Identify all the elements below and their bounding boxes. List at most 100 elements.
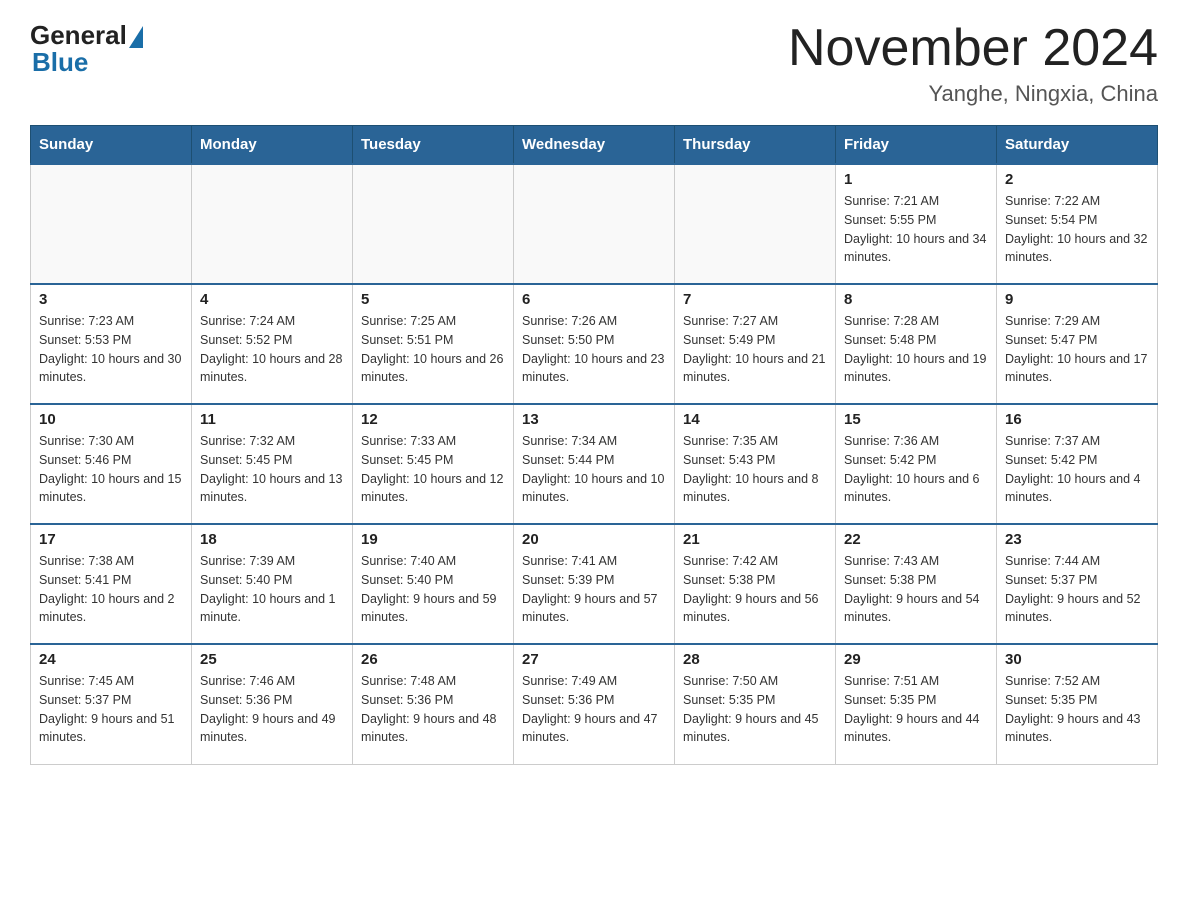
calendar-day-cell: 17Sunrise: 7:38 AMSunset: 5:41 PMDayligh… bbox=[31, 524, 192, 644]
day-info: Sunrise: 7:32 AMSunset: 5:45 PMDaylight:… bbox=[200, 432, 344, 507]
day-number: 28 bbox=[683, 651, 827, 668]
calendar-day-header: Wednesday bbox=[514, 126, 675, 165]
calendar-week-row: 24Sunrise: 7:45 AMSunset: 5:37 PMDayligh… bbox=[31, 644, 1158, 764]
calendar-day-cell bbox=[192, 164, 353, 284]
logo-blue-text: Blue bbox=[32, 47, 88, 78]
calendar-day-cell: 9 Sunrise: 7:29 AMSunset: 5:47 PMDaylight… bbox=[997, 284, 1158, 404]
calendar-header-row: SundayMondayTuesdayWednesdayThursdayFrid… bbox=[31, 126, 1158, 165]
calendar-week-row: 17Sunrise: 7:38 AMSunset: 5:41 PMDayligh… bbox=[31, 524, 1158, 644]
day-info: Sunrise: 7:28 AMSunset: 5:48 PMDaylight:… bbox=[844, 312, 988, 387]
calendar-day-cell: 28 Sunrise: 7:50 AMSunset: 5:35 PMDayligh… bbox=[675, 644, 836, 764]
calendar-day-cell: 7Sunrise: 7:27 AMSunset: 5:49 PMDaylight… bbox=[675, 284, 836, 404]
day-number: 30 bbox=[1005, 651, 1149, 668]
calendar-day-cell bbox=[675, 164, 836, 284]
day-number: 16 bbox=[1005, 411, 1149, 428]
calendar-day-cell bbox=[31, 164, 192, 284]
calendar-day-cell: 14 Sunrise: 7:35 AMSunset: 5:43 PMDayligh… bbox=[675, 404, 836, 524]
calendar-day-cell: 26 Sunrise: 7:48 AMSunset: 5:36 PMDayligh… bbox=[353, 644, 514, 764]
calendar-day-cell: 30Sunrise: 7:52 AMSunset: 5:35 PMDayligh… bbox=[997, 644, 1158, 764]
day-info: Sunrise: 7:33 AMSunset: 5:45 PMDaylight:… bbox=[361, 432, 505, 507]
day-number: 29 bbox=[844, 651, 988, 668]
calendar-day-cell: 29 Sunrise: 7:51 AMSunset: 5:35 PMDayligh… bbox=[836, 644, 997, 764]
calendar-day-cell: 16 Sunrise: 7:37 AMSunset: 5:42 PMDayligh… bbox=[997, 404, 1158, 524]
day-info: Sunrise: 7:48 AMSunset: 5:36 PMDaylight:… bbox=[361, 672, 505, 747]
day-number: 14 bbox=[683, 411, 827, 428]
day-number: 18 bbox=[200, 531, 344, 548]
day-info: Sunrise: 7:37 AMSunset: 5:42 PMDaylight:… bbox=[1005, 432, 1149, 507]
day-info: Sunrise: 7:30 AMSunset: 5:46 PMDaylight:… bbox=[39, 432, 183, 507]
calendar-day-cell: 2 Sunrise: 7:22 AMSunset: 5:54 PMDaylight… bbox=[997, 164, 1158, 284]
day-number: 20 bbox=[522, 531, 666, 548]
calendar-day-header: Monday bbox=[192, 126, 353, 165]
day-info: Sunrise: 7:22 AMSunset: 5:54 PMDaylight:… bbox=[1005, 192, 1149, 267]
day-info: Sunrise: 7:42 AMSunset: 5:38 PMDaylight:… bbox=[683, 552, 827, 627]
calendar-week-row: 3 Sunrise: 7:23 AMSunset: 5:53 PMDaylight… bbox=[31, 284, 1158, 404]
day-number: 6 bbox=[522, 291, 666, 308]
calendar-day-cell: 8Sunrise: 7:28 AMSunset: 5:48 PMDaylight… bbox=[836, 284, 997, 404]
calendar-week-row: 1 Sunrise: 7:21 AMSunset: 5:55 PMDaylight… bbox=[31, 164, 1158, 284]
day-number: 4 bbox=[200, 291, 344, 308]
day-info: Sunrise: 7:35 AMSunset: 5:43 PMDaylight:… bbox=[683, 432, 827, 507]
day-number: 12 bbox=[361, 411, 505, 428]
day-info: Sunrise: 7:29 AMSunset: 5:47 PMDaylight:… bbox=[1005, 312, 1149, 387]
day-info: Sunrise: 7:51 AMSunset: 5:35 PMDaylight:… bbox=[844, 672, 988, 747]
calendar-day-cell: 3 Sunrise: 7:23 AMSunset: 5:53 PMDaylight… bbox=[31, 284, 192, 404]
calendar-title-block: November 2024 Yanghe, Ningxia, China bbox=[788, 20, 1158, 107]
calendar-day-cell bbox=[353, 164, 514, 284]
day-info: Sunrise: 7:50 AMSunset: 5:35 PMDaylight:… bbox=[683, 672, 827, 747]
day-info: Sunrise: 7:23 AMSunset: 5:53 PMDaylight:… bbox=[39, 312, 183, 387]
day-number: 23 bbox=[1005, 531, 1149, 548]
calendar-day-header: Friday bbox=[836, 126, 997, 165]
day-number: 25 bbox=[200, 651, 344, 668]
logo-triangle-icon bbox=[129, 26, 143, 48]
calendar-day-cell: 5 Sunrise: 7:25 AMSunset: 5:51 PMDaylight… bbox=[353, 284, 514, 404]
calendar-day-header: Tuesday bbox=[353, 126, 514, 165]
calendar-table: SundayMondayTuesdayWednesdayThursdayFrid… bbox=[30, 125, 1158, 765]
calendar-day-cell: 4 Sunrise: 7:24 AMSunset: 5:52 PMDaylight… bbox=[192, 284, 353, 404]
day-info: Sunrise: 7:34 AMSunset: 5:44 PMDaylight:… bbox=[522, 432, 666, 507]
calendar-day-cell: 27Sunrise: 7:49 AMSunset: 5:36 PMDayligh… bbox=[514, 644, 675, 764]
day-number: 22 bbox=[844, 531, 988, 548]
calendar-day-cell: 23Sunrise: 7:44 AMSunset: 5:37 PMDayligh… bbox=[997, 524, 1158, 644]
calendar-location: Yanghe, Ningxia, China bbox=[788, 81, 1158, 107]
day-info: Sunrise: 7:24 AMSunset: 5:52 PMDaylight:… bbox=[200, 312, 344, 387]
day-number: 9 bbox=[1005, 291, 1149, 308]
day-info: Sunrise: 7:41 AMSunset: 5:39 PMDaylight:… bbox=[522, 552, 666, 627]
day-number: 2 bbox=[1005, 171, 1149, 188]
day-number: 24 bbox=[39, 651, 183, 668]
calendar-day-header: Sunday bbox=[31, 126, 192, 165]
calendar-day-cell: 13 Sunrise: 7:34 AMSunset: 5:44 PMDayligh… bbox=[514, 404, 675, 524]
day-info: Sunrise: 7:43 AMSunset: 5:38 PMDaylight:… bbox=[844, 552, 988, 627]
day-number: 21 bbox=[683, 531, 827, 548]
calendar-day-cell: 24Sunrise: 7:45 AMSunset: 5:37 PMDayligh… bbox=[31, 644, 192, 764]
day-info: Sunrise: 7:39 AMSunset: 5:40 PMDaylight:… bbox=[200, 552, 344, 627]
day-number: 13 bbox=[522, 411, 666, 428]
day-number: 10 bbox=[39, 411, 183, 428]
day-number: 19 bbox=[361, 531, 505, 548]
page-header: General Blue November 2024 Yanghe, Ningx… bbox=[30, 20, 1158, 107]
calendar-day-cell: 20 Sunrise: 7:41 AMSunset: 5:39 PMDayligh… bbox=[514, 524, 675, 644]
calendar-day-cell: 12 Sunrise: 7:33 AMSunset: 5:45 PMDayligh… bbox=[353, 404, 514, 524]
calendar-month-year: November 2024 bbox=[788, 20, 1158, 77]
calendar-day-cell: 6 Sunrise: 7:26 AMSunset: 5:50 PMDaylight… bbox=[514, 284, 675, 404]
day-number: 1 bbox=[844, 171, 988, 188]
day-number: 17 bbox=[39, 531, 183, 548]
day-info: Sunrise: 7:25 AMSunset: 5:51 PMDaylight:… bbox=[361, 312, 505, 387]
day-number: 3 bbox=[39, 291, 183, 308]
calendar-day-header: Saturday bbox=[997, 126, 1158, 165]
day-number: 26 bbox=[361, 651, 505, 668]
day-number: 15 bbox=[844, 411, 988, 428]
day-info: Sunrise: 7:27 AMSunset: 5:49 PMDaylight:… bbox=[683, 312, 827, 387]
logo: General Blue bbox=[30, 20, 143, 78]
day-info: Sunrise: 7:40 AMSunset: 5:40 PMDaylight:… bbox=[361, 552, 505, 627]
calendar-day-cell: 10 Sunrise: 7:30 AMSunset: 5:46 PMDayligh… bbox=[31, 404, 192, 524]
calendar-day-cell: 15 Sunrise: 7:36 AMSunset: 5:42 PMDayligh… bbox=[836, 404, 997, 524]
calendar-day-cell: 18 Sunrise: 7:39 AMSunset: 5:40 PMDayligh… bbox=[192, 524, 353, 644]
day-info: Sunrise: 7:21 AMSunset: 5:55 PMDaylight:… bbox=[844, 192, 988, 267]
day-number: 5 bbox=[361, 291, 505, 308]
calendar-day-cell bbox=[514, 164, 675, 284]
day-info: Sunrise: 7:26 AMSunset: 5:50 PMDaylight:… bbox=[522, 312, 666, 387]
day-number: 11 bbox=[200, 411, 344, 428]
day-info: Sunrise: 7:36 AMSunset: 5:42 PMDaylight:… bbox=[844, 432, 988, 507]
calendar-day-cell: 11 Sunrise: 7:32 AMSunset: 5:45 PMDayligh… bbox=[192, 404, 353, 524]
